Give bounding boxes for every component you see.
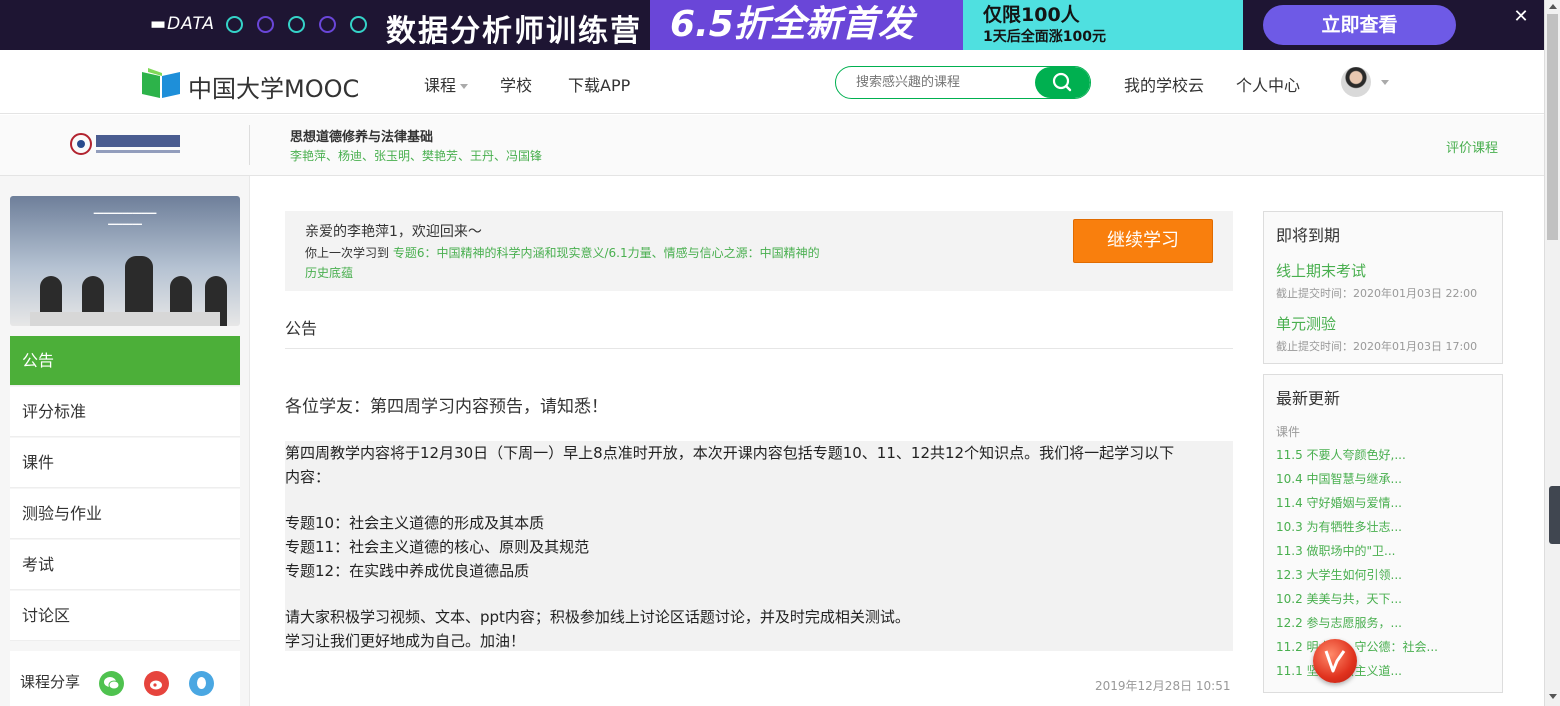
banner-circle-icon xyxy=(257,16,274,33)
panel-title: 最新更新 xyxy=(1276,389,1341,408)
banner-limited-line2: 1天后全面涨100元 xyxy=(983,29,1106,45)
search-icon xyxy=(1052,72,1072,92)
rate-course-link[interactable]: 评价课程 xyxy=(1446,137,1498,156)
update-item[interactable]: 10.2 美美与共，天下... xyxy=(1276,590,1402,607)
school-logo xyxy=(70,133,180,155)
menu-courseware[interactable]: 课件 xyxy=(10,438,240,488)
banner-circle-icon xyxy=(350,16,367,33)
banner-limited: 仅限100人 1天后全面涨100元 xyxy=(963,0,1243,50)
chevron-down-icon xyxy=(460,84,469,89)
update-category: 课件 xyxy=(1276,425,1301,439)
banner-view-button[interactable]: 立即查看 xyxy=(1263,5,1456,45)
announcement-line xyxy=(285,583,1233,605)
nav-courses-label: 课程 xyxy=(424,76,457,95)
update-item[interactable]: 12.2 参与志愿服务，... xyxy=(1276,614,1402,631)
qq-icon[interactable] xyxy=(189,671,214,696)
menu-announcements[interactable]: 公告 xyxy=(10,336,240,386)
update-item[interactable]: 10.4 中国智慧与继承... xyxy=(1276,470,1402,487)
announcement-date: 2019年12月28日 10:51 xyxy=(1095,679,1231,693)
announcement-line: 请大家积极学习视频、文本、ppt内容；积极参加线上讨论区话题讨论，并及时完成相关… xyxy=(285,608,910,626)
nav-schools[interactable]: 学校 xyxy=(500,72,532,96)
nav-download-app[interactable]: 下载APP xyxy=(568,72,630,96)
due-item-time: 截止提交时间：2020年01月03日 22:00 xyxy=(1276,287,1478,300)
announcement-line: 专题12：在实践中养成优良道德品质 xyxy=(285,562,530,580)
menu-exams[interactable]: 考试 xyxy=(10,540,240,590)
share-label: 课程分享 xyxy=(20,673,81,691)
divider xyxy=(285,348,1233,349)
search-box xyxy=(835,66,1091,99)
desk-graphic xyxy=(30,312,220,326)
wechat-icon[interactable] xyxy=(99,671,124,696)
banner-circle-icon xyxy=(288,16,305,33)
update-item[interactable]: 12.3 大学生如何引领... xyxy=(1276,566,1402,583)
due-item-name[interactable]: 单元测验 xyxy=(1276,313,1477,334)
last-study: 你上一次学习到 专题6：中国精神的科学内涵和现实意义/6.1力量、情感与信心之源… xyxy=(305,243,825,283)
scroll-down-icon[interactable] xyxy=(1549,694,1557,699)
latest-updates-panel: 最新更新 课件 11.5 不要人夸颜色好,... 10.4 中国智慧与继承...… xyxy=(1263,374,1503,693)
announcement-heading: 各位学友：第四周学习内容预告，请知悉！ xyxy=(285,397,608,417)
menu-quizzes[interactable]: 测验与作业 xyxy=(10,489,240,539)
close-icon[interactable]: ✕ xyxy=(1512,6,1530,27)
announcement-line: 内容： xyxy=(285,468,331,486)
update-item[interactable]: 11.4 守好婚姻与爱情... xyxy=(1276,494,1402,511)
book-logo-icon xyxy=(142,68,180,98)
due-item[interactable]: 单元测验 截止提交时间：2020年01月03日 17:00 xyxy=(1276,313,1477,354)
search-button[interactable] xyxy=(1035,67,1090,98)
continue-learning-button[interactable]: 继续学习 xyxy=(1073,219,1213,263)
chevron-down-icon[interactable] xyxy=(1381,80,1389,85)
banner-circle-icon xyxy=(226,16,243,33)
page-scrollbar[interactable] xyxy=(1544,0,1560,706)
due-item-name[interactable]: 线上期末考试 xyxy=(1276,260,1477,281)
weibo-icon[interactable] xyxy=(144,671,169,696)
panel-title: 即将到期 xyxy=(1276,226,1341,245)
banner-data-label: ▬DATA xyxy=(150,14,215,34)
side-feedback-tab[interactable] xyxy=(1549,486,1560,544)
divider xyxy=(249,125,250,165)
update-item[interactable]: 11.3 做职场中的"卫... xyxy=(1276,542,1396,559)
floating-app-icon[interactable] xyxy=(1313,639,1357,683)
course-sidebar: ━━━━━━━━━━━━━ ━━━━━━━ 公告 评分标准 课件 测验与作业 考试… xyxy=(0,176,250,706)
scrollbar-thumb[interactable] xyxy=(1547,14,1558,240)
announcement-body: 第四周教学内容将于12月30日（下周一）早上8点准时开放，本次开课内容包括专题1… xyxy=(285,441,1233,651)
course-share: 课程分享 xyxy=(10,651,240,706)
personal-center-link[interactable]: 个人中心 xyxy=(1236,72,1300,96)
last-study-prefix: 你上一次学习到 xyxy=(305,246,390,260)
search-input[interactable] xyxy=(856,67,1036,98)
announcement-line: 第四周教学内容将于12月30日（下周一）早上8点准时开放，本次开课内容包括专题1… xyxy=(285,444,1175,462)
menu-discussion[interactable]: 讨论区 xyxy=(10,591,240,641)
announcement-line: 学习让我们更好地成为自己。加油！ xyxy=(285,632,526,650)
course-cover-image: ━━━━━━━━━━━━━ ━━━━━━━ xyxy=(10,196,240,326)
scroll-up-icon[interactable] xyxy=(1549,4,1557,9)
course-teachers[interactable]: 李艳萍、杨迪、张玉明、樊艳芳、王丹、冯国锋 xyxy=(290,147,542,164)
my-school-cloud-link[interactable]: 我的学校云 xyxy=(1124,72,1204,96)
due-soon-panel: 即将到期 线上期末考试 截止提交时间：2020年01月03日 22:00 单元测… xyxy=(1263,211,1503,364)
due-item[interactable]: 线上期末考试 截止提交时间：2020年01月03日 22:00 xyxy=(1276,260,1477,301)
nav-courses[interactable]: 课程 xyxy=(424,72,469,96)
update-item[interactable]: 11.5 不要人夸颜色好,... xyxy=(1276,446,1406,463)
banner-circle-icon xyxy=(319,16,336,33)
banner-title: 数据分析师训练营 xyxy=(386,14,642,49)
cover-caption-graphic: ━━━━━━━━━━━━━ ━━━━━━━ xyxy=(93,209,157,229)
banner-promo: 6.5折全新首发 xyxy=(650,0,963,50)
due-item-time: 截止提交时间：2020年01月03日 17:00 xyxy=(1276,340,1478,353)
announcement-line: 专题11：社会主义道德的核心、原则及其规范 xyxy=(285,538,590,556)
course-info-bar: 思想道德修养与法律基础 李艳萍、杨迪、张玉明、樊艳芳、王丹、冯国锋 评价课程 xyxy=(0,115,1544,176)
menu-grading[interactable]: 评分标准 xyxy=(10,387,240,437)
ad-banner[interactable]: ▬DATA 数据分析师训练营 6.5折全新首发 仅限100人 1天后全面涨100… xyxy=(0,0,1544,50)
section-title: 公告 xyxy=(285,319,318,338)
announcement-line xyxy=(285,489,1233,511)
course-title: 思想道德修养与法律基础 xyxy=(290,130,434,145)
update-item[interactable]: 10.3 为有牺牲多壮志... xyxy=(1276,518,1402,535)
announcement-line: 专题10：社会主义道德的形成及其本质 xyxy=(285,514,545,532)
banner-limited-line1: 仅限100人 xyxy=(983,4,1080,26)
welcome-greeting: 亲爱的李艳萍1，欢迎回来～ xyxy=(305,224,482,240)
top-nav: 中国大学MOOC 课程 学校 下载APP 我的学校云 个人中心 xyxy=(0,50,1544,114)
logo-text: 中国大学MOOC xyxy=(188,75,360,103)
avatar[interactable] xyxy=(1341,67,1371,97)
